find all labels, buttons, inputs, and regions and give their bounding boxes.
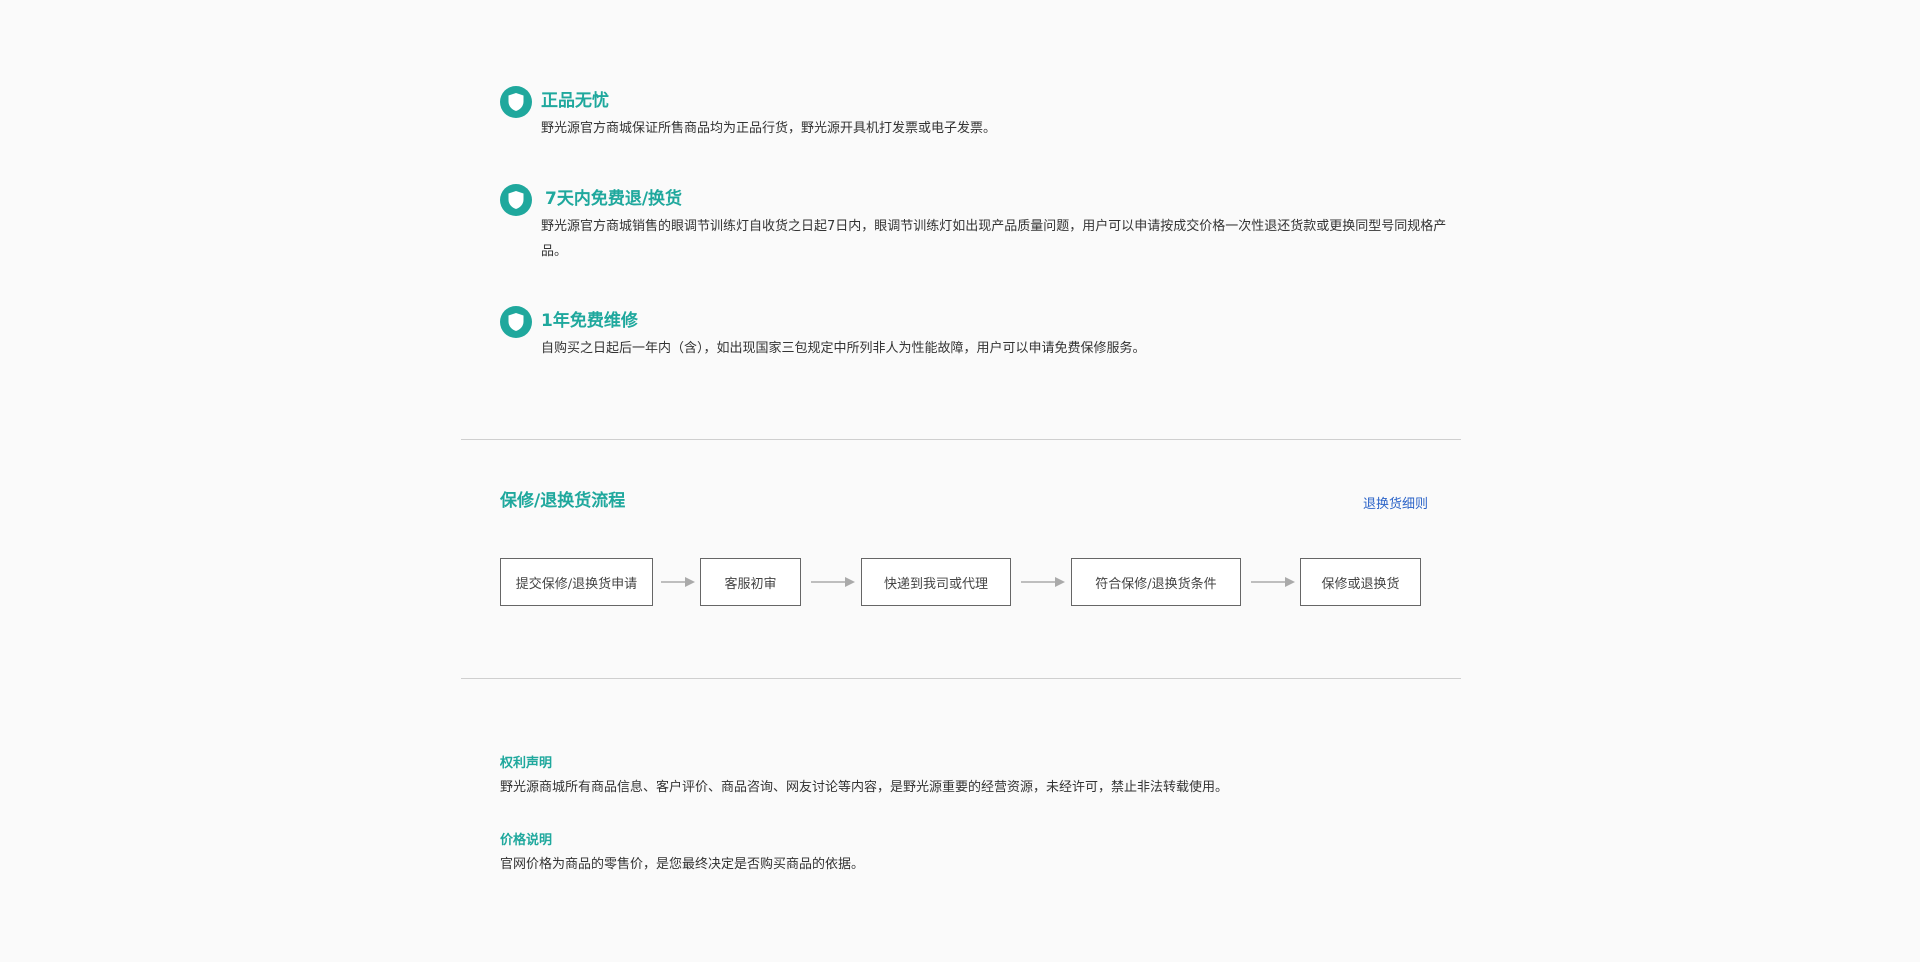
guarantee-description: 自购买之日起后一年内（含），如出现国家三包规定中所列非人为性能故障，用户可以申请… [541,341,1146,356]
shield-icon [500,184,532,216]
notice-title: 价格说明 [500,833,553,848]
notice-title: 权利声明 [500,756,553,771]
process-step: 快递到我司或代理 [861,558,1011,606]
shield-icon [500,86,532,118]
arrow-right-icon [661,577,695,587]
arrow-right-icon [1021,577,1065,587]
guarantee-item-authentic: 正品无忧 野光源官方商城保证所售商品均为正品行货，野光源开具机打发票或电子发票。 [500,86,1466,141]
notice-description: 官网价格为商品的零售价，是您最终决定是否购买商品的依据。 [500,857,865,872]
guarantee-title: 7天内免费退/换货 [545,189,683,209]
return-rules-link[interactable]: 退换货细则 [1363,493,1428,512]
service-guarantee-page: 正品无忧 野光源官方商城保证所售商品均为正品行货，野光源开具机打发票或电子发票。… [0,0,1920,962]
process-step: 客服初审 [700,558,801,606]
guarantee-title: 正品无忧 [541,91,609,111]
arrow-right-icon [811,577,855,587]
notice-price: 价格说明 官网价格为商品的零售价，是您最终决定是否购买商品的依据。 [500,832,864,874]
guarantee-description: 野光源官方商城销售的眼调节训练灯自收货之日起7日内，眼调节训练灯如出现产品质量问… [541,219,1447,259]
process-step: 符合保修/退换货条件 [1071,558,1241,606]
process-step: 保修或退换货 [1300,558,1421,606]
guarantee-item-repair: 1年免费维修 自购买之日起后一年内（含），如出现国家三包规定中所列非人为性能故障… [500,306,1466,361]
notice-description: 野光源商城所有商品信息、客户评价、商品咨询、网友讨论等内容，是野光源重要的经营资… [500,780,1229,795]
arrow-right-icon [1251,577,1295,587]
guarantee-title: 1年免费维修 [541,311,638,331]
guarantee-item-return: 7天内免费退/换货 野光源官方商城销售的眼调节训练灯自收货之日起7日内，眼调节训… [500,184,1466,264]
shield-icon [500,306,532,338]
section-divider [461,439,1461,440]
guarantee-description: 野光源官方商城保证所售商品均为正品行货，野光源开具机打发票或电子发票。 [541,121,997,136]
process-title: 保修/退换货流程 [500,491,626,511]
notice-rights: 权利声明 野光源商城所有商品信息、客户评价、商品咨询、网友讨论等内容，是野光源重… [500,755,1228,797]
process-step: 提交保修/退换货申请 [500,558,653,606]
section-divider [461,678,1461,679]
